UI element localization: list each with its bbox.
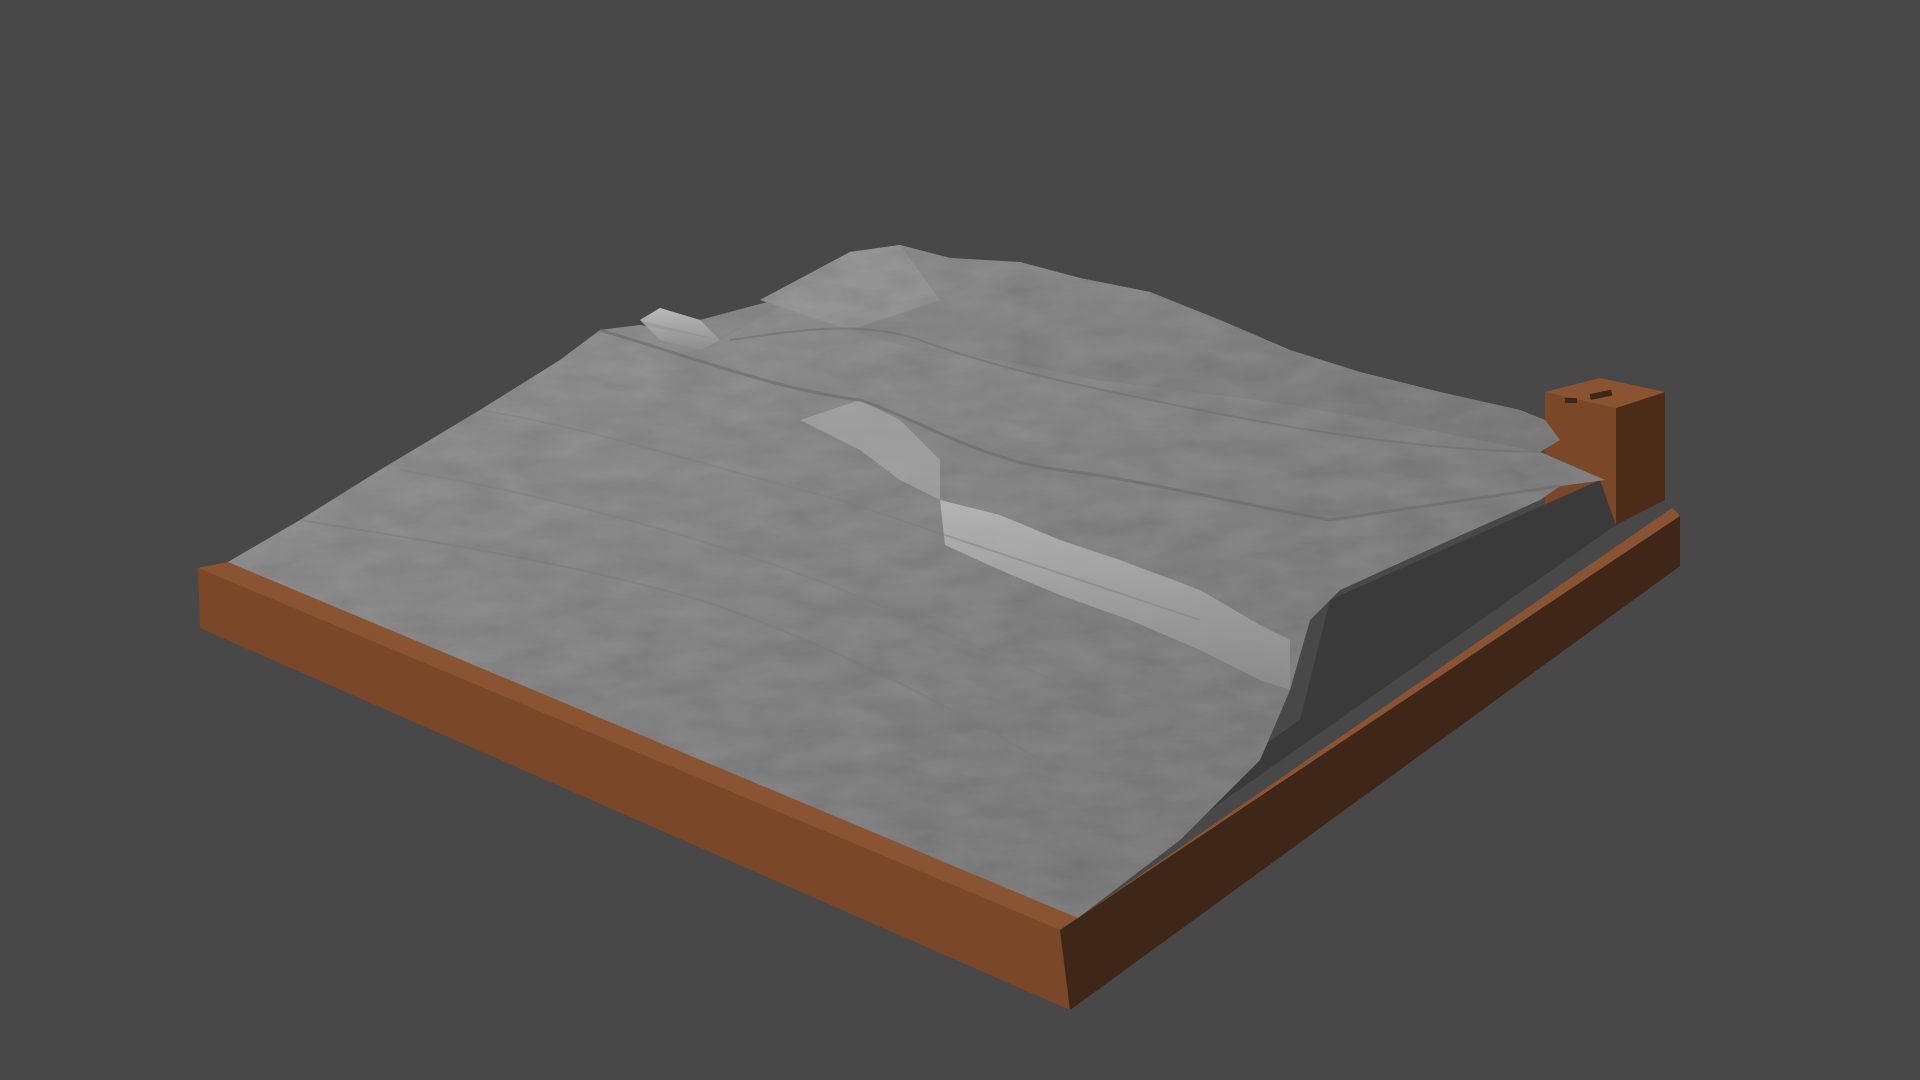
3d-viewport[interactable] (0, 0, 1920, 1080)
terrain-model-render (198, 245, 1680, 1010)
